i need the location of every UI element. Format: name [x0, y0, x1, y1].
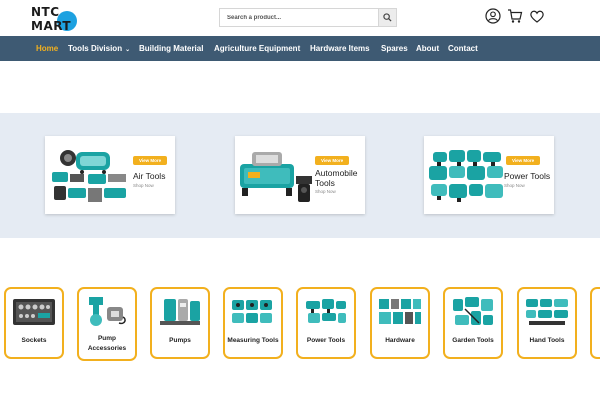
search-icon: [383, 13, 392, 22]
site-header: NTC MART: [0, 0, 600, 36]
category-power-tools[interactable]: Power Tools: [296, 287, 356, 359]
banner-power-tools[interactable]: View More Power Tools Shop Now: [424, 136, 554, 214]
account-icon[interactable]: [485, 8, 501, 24]
category-label: Garden Tools: [452, 337, 494, 344]
category-label: Hardware: [385, 337, 415, 344]
logo-line1: NTC: [31, 5, 60, 19]
automobile-tools-title-line1: Automobile: [315, 168, 358, 178]
category-pump-accessories[interactable]: Pump Accessories: [77, 287, 137, 361]
garden-tools-image: [453, 297, 493, 325]
search-button[interactable]: [378, 9, 396, 26]
category-label: Measuring Tools: [227, 337, 279, 344]
power-tools-image: [429, 150, 503, 202]
category-label-line1: Pump: [97, 335, 117, 342]
search-input[interactable]: [220, 9, 380, 26]
hardware-image: [379, 299, 421, 324]
category-next-partial[interactable]: [590, 287, 600, 359]
pump-accessories-image: [89, 297, 126, 326]
category-label: Power Tools: [306, 337, 346, 344]
logo-line2: MART: [31, 19, 72, 33]
category-sockets[interactable]: Sockets: [4, 287, 64, 359]
pumps-image: [160, 299, 200, 325]
measuring-tools-image: [232, 300, 272, 323]
power-tools-title: Power Tools: [504, 171, 551, 181]
air-tools-title: Air Tools: [133, 171, 166, 181]
air-tools-view-more-button[interactable]: View More: [133, 156, 168, 165]
power-tools-shop-now-link[interactable]: Shop Now: [504, 183, 525, 188]
nav-home[interactable]: Home: [36, 36, 58, 61]
automobile-tools-image: [240, 152, 312, 202]
automobile-tools-title-line2: Tools: [315, 178, 335, 188]
main-nav: Home Tools Division ⌄ Building Material A…: [0, 36, 600, 61]
nav-spares[interactable]: Spares: [381, 36, 408, 61]
nav-hardware-items[interactable]: Hardware Items: [310, 36, 370, 61]
nav-tools-division-label: Tools Division: [68, 44, 123, 53]
nav-agriculture-equipment[interactable]: Agriculture Equipment: [214, 36, 300, 61]
nav-tools-division[interactable]: Tools Division ⌄: [68, 36, 130, 61]
featured-banners: View More Air Tools Shop Now View More A…: [0, 113, 600, 238]
search-bar: [219, 8, 397, 27]
category-garden-tools[interactable]: Garden Tools: [443, 287, 503, 359]
category-label: Hand Tools: [529, 337, 565, 344]
wishlist-heart-icon[interactable]: [529, 8, 545, 24]
category-measuring-tools[interactable]: Measuring Tools: [223, 287, 283, 359]
chevron-down-icon: ⌄: [125, 47, 131, 53]
banner-air-tools[interactable]: View More Air Tools Shop Now: [45, 136, 175, 214]
automobile-tools-shop-now-link[interactable]: Shop Now: [315, 189, 336, 194]
banner-automobile-tools[interactable]: View More Automobile Tools Shop Now: [235, 136, 365, 214]
nav-building-material[interactable]: Building Material: [139, 36, 203, 61]
air-tools-image: [52, 150, 126, 202]
air-tools-shop-now-link[interactable]: Shop Now: [133, 183, 154, 188]
category-label-line2: Accessories: [87, 345, 127, 352]
category-hand-tools[interactable]: Hand Tools: [517, 287, 577, 359]
nav-contact[interactable]: Contact: [448, 36, 478, 61]
category-label: Pumps: [169, 337, 191, 344]
category-label: Sockets: [21, 337, 47, 344]
hand-tools-image: [526, 299, 568, 325]
power-tools-view-more-button[interactable]: View More: [506, 156, 541, 165]
logo[interactable]: NTC MART: [31, 3, 79, 33]
category-pumps[interactable]: Pumps: [150, 287, 210, 359]
cart-icon[interactable]: [507, 8, 523, 24]
automobile-tools-view-more-button[interactable]: View More: [315, 156, 350, 165]
nav-about[interactable]: About: [416, 36, 439, 61]
sockets-image: [13, 299, 55, 325]
power-tools-category-image: [306, 299, 346, 323]
category-hardware[interactable]: Hardware: [370, 287, 430, 359]
